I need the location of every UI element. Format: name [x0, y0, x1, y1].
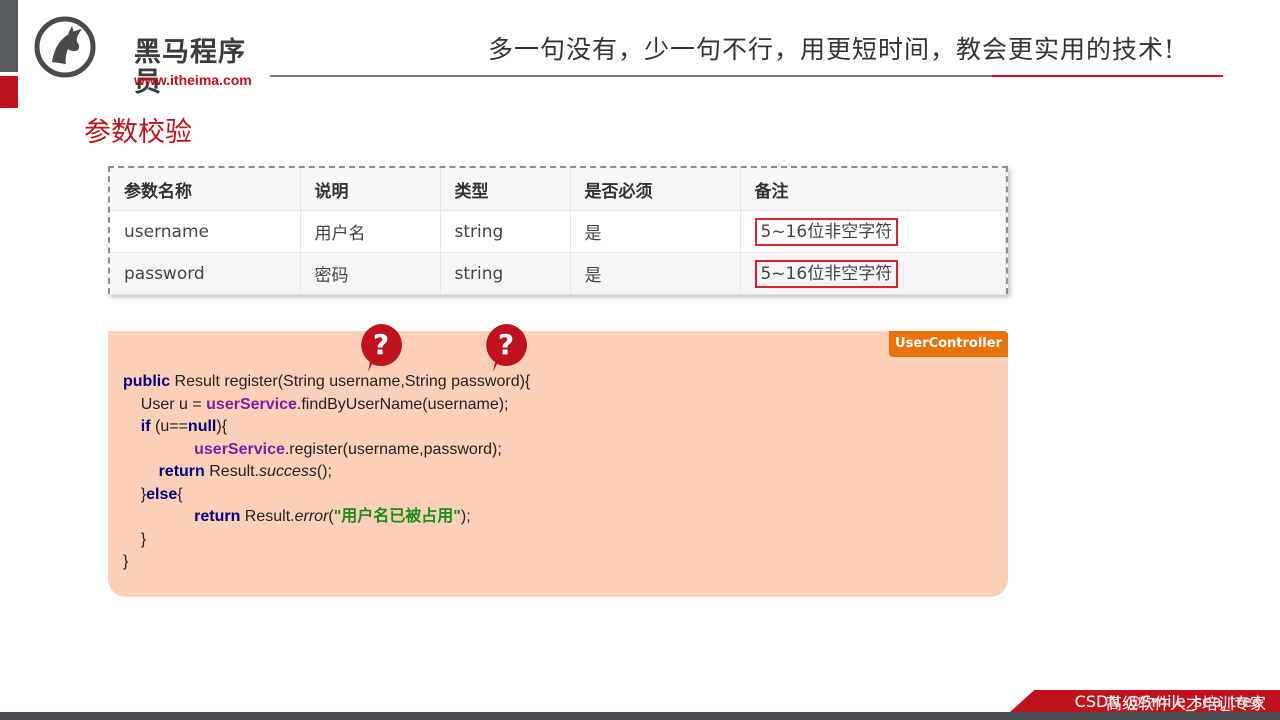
column-header-param-name: 参数名称: [110, 168, 301, 211]
code-text: }: [123, 553, 129, 570]
code-method: error: [294, 508, 329, 525]
column-header-note: 备注: [740, 168, 1006, 211]
horse-head-logo-icon: [34, 16, 96, 78]
code-block: public Result register(String username,S…: [123, 371, 530, 574]
brand-url: www.itheima.com: [134, 72, 252, 88]
brand-logo: 黑马程序员 www.itheima.com: [30, 14, 270, 98]
left-edge-dark-accent: [0, 0, 18, 72]
code-text: Result.: [240, 508, 295, 525]
code-panel: UserController public Result register(St…: [108, 331, 1008, 597]
column-header-required: 是否必须: [570, 168, 741, 211]
code-field: userService: [206, 395, 297, 413]
code-string: "用户名已被占用": [333, 508, 461, 525]
header-divider: [270, 75, 992, 77]
cell-param-name: username: [110, 210, 301, 253]
cell-type: string: [440, 210, 571, 253]
cell-note: 5~16位非空字符: [740, 210, 1006, 253]
cell-param-name: password: [110, 252, 301, 295]
column-header-description: 说明: [300, 168, 441, 211]
code-keyword: else: [146, 485, 178, 503]
highlighted-note: 5~16位非空字符: [754, 259, 899, 288]
column-header-type: 类型: [440, 168, 571, 211]
highlighted-note: 5~16位非空字符: [754, 217, 899, 246]
code-text: User u =: [123, 395, 207, 413]
code-text: ();: [316, 463, 332, 480]
parameter-table: 参数名称 说明 类型 是否必须 备注 username 用户名 string 是…: [108, 166, 1008, 295]
code-field: userService: [194, 440, 285, 458]
cell-description: 用户名: [300, 210, 441, 253]
cell-type: string: [440, 252, 571, 295]
code-text: }: [140, 530, 147, 548]
code-text: (u==: [150, 418, 188, 435]
cell-required: 是: [570, 210, 741, 253]
code-text: .findByUserName(username);: [296, 395, 509, 413]
question-bubble-icon: ?: [486, 324, 527, 372]
code-keyword: return: [158, 463, 205, 480]
code-text: Result.: [204, 463, 260, 480]
code-keyword: public: [123, 373, 171, 390]
cell-description: 密码: [300, 252, 441, 295]
code-text: {: [177, 485, 183, 503]
table-header-row: 参数名称 说明 类型 是否必须 备注: [110, 168, 1006, 211]
header-divider-accent: [992, 75, 1223, 77]
code-keyword: null: [187, 418, 217, 435]
cell-note: 5~16位非空字符: [740, 252, 1006, 295]
table-row: password 密码 string 是 5~16位非空字符: [110, 252, 1006, 295]
code-text: .register(username,password);: [284, 440, 502, 458]
code-method: success: [259, 463, 317, 480]
class-name-tag: UserController: [889, 331, 1008, 357]
code-keyword: return: [194, 508, 241, 525]
footer-watermark: CSDN @Smile_sea_tree: [1074, 692, 1262, 711]
brand-name: 黑马程序员: [134, 37, 246, 98]
slogan: 多一句没有，少一句不行，用更短时间，教会更实用的技术!: [488, 35, 1176, 64]
section-title: 参数校验: [84, 117, 192, 148]
code-text: );: [460, 508, 471, 525]
code-text: Result register(String username,String p…: [170, 373, 531, 390]
question-bubble-icon: ?: [361, 324, 402, 372]
code-text: ){: [216, 418, 228, 435]
cell-required: 是: [570, 252, 741, 295]
table-row: username 用户名 string 是 5~16位非空字符: [110, 210, 1006, 253]
question-mark-glyph: ?: [373, 328, 389, 361]
question-mark-glyph: ?: [498, 328, 514, 361]
footer-bar: [0, 712, 1280, 720]
left-edge-red-accent: [0, 76, 18, 108]
code-keyword: if: [140, 418, 151, 435]
